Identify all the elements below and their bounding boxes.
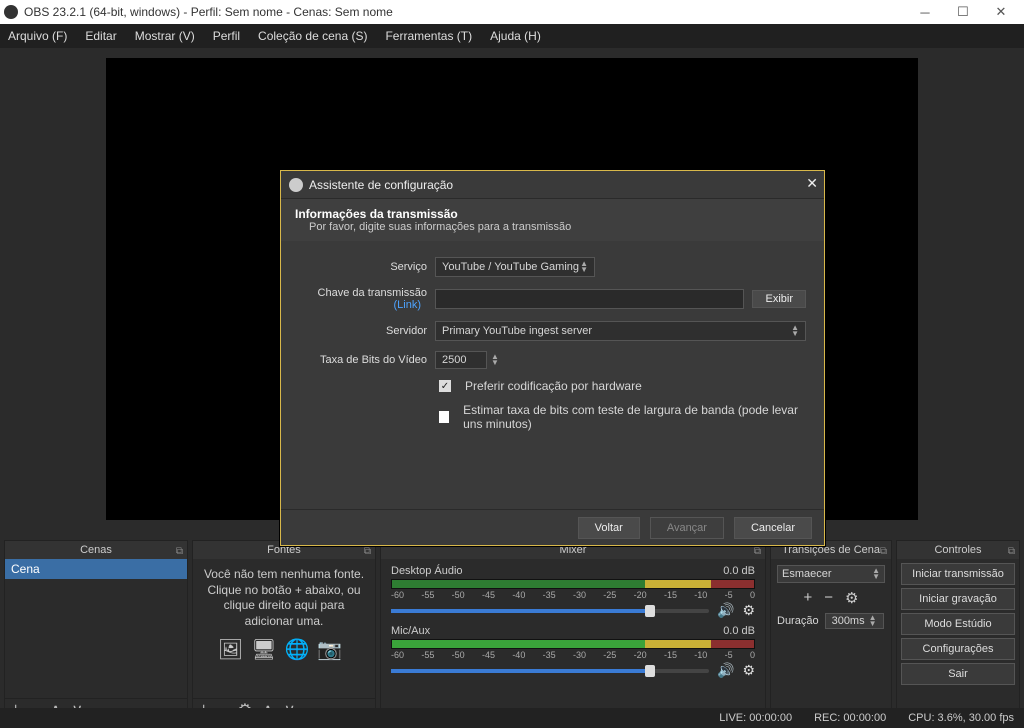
next-button[interactable]: Avançar (650, 517, 724, 539)
updown-icon: ▲▼ (869, 615, 877, 627)
updown-icon: ▲▼ (872, 568, 880, 580)
wizard-form: Serviço YouTube / YouTube Gaming▲▼ Chave… (281, 241, 824, 449)
menu-mostrar[interactable]: Mostrar (V) (135, 29, 195, 43)
wizard-footer: Voltar Avançar Cancelar (281, 509, 824, 545)
back-button[interactable]: Voltar (578, 517, 640, 539)
mixer-mic-meter (391, 639, 755, 649)
studio-mode-button[interactable]: Modo Estúdio (901, 613, 1015, 635)
menu-editar[interactable]: Editar (85, 29, 116, 43)
bitrate-label: Taxa de Bits do Vídeo (299, 354, 427, 366)
server-label: Servidor (299, 325, 427, 337)
hardware-encoding-label: Preferir codificação por hardware (465, 379, 642, 393)
updown-icon: ▲▼ (791, 325, 799, 337)
duration-input[interactable]: 300ms▲▼ (825, 613, 884, 629)
wizard-header: Informações da transmissão Por favor, di… (281, 199, 824, 241)
menu-ferramentas[interactable]: Ferramentas (T) (385, 29, 472, 43)
display-icon: 🖥 (251, 639, 284, 661)
speaker-icon[interactable]: 🔊 (717, 602, 734, 619)
wizard-title-text: Assistente de configuração (309, 178, 453, 192)
gear-icon[interactable]: ⚙ (742, 602, 755, 619)
camera-icon: 📷 (317, 639, 350, 661)
menu-perfil[interactable]: Perfil (213, 29, 240, 43)
scenes-title: Cenas⧉ (5, 541, 187, 559)
sources-type-icons: 🖼🖥🌐📷 (193, 637, 375, 662)
status-live: LIVE: 00:00:00 (719, 712, 792, 724)
cancel-button[interactable]: Cancelar (734, 517, 812, 539)
transitions-dock: Transições de Cena⧉ Esmaecer▲▼ + − ⚙ Dur… (770, 540, 892, 721)
updown-icon[interactable]: ▲▼ (491, 354, 499, 366)
globe-icon: 🌐 (284, 639, 317, 661)
docks-row: Cenas⧉ Cena + − ∧ ∨ Fontes⧉ Você não tem… (0, 538, 1024, 723)
bandwidth-test-label: Estimar taxa de bits com teste de largur… (463, 403, 806, 431)
remove-transition-button[interactable]: − (824, 589, 833, 607)
window-close-button[interactable]: ✕ (982, 0, 1020, 24)
popout-icon[interactable]: ⧉ (176, 543, 183, 561)
sources-dock: Fontes⧉ Você não tem nenhuma fonte. Cliq… (192, 540, 376, 721)
gear-icon[interactable]: ⚙ (742, 662, 755, 679)
window-minimize-button[interactable]: ─ (906, 0, 944, 24)
image-icon: 🖼 (218, 639, 251, 661)
streamkey-label: Chave da transmissão (318, 287, 427, 299)
updown-icon: ▲▼ (580, 261, 588, 273)
config-wizard-dialog: Assistente de configuração ✕ Informações… (280, 170, 825, 546)
speaker-icon[interactable]: 🔊 (717, 662, 734, 679)
mixer-desktop-label: Desktop Áudio (391, 565, 463, 577)
duration-label: Duração (777, 615, 819, 627)
transition-settings-button[interactable]: ⚙ (845, 589, 858, 607)
streamkey-input[interactable] (435, 289, 744, 309)
service-select[interactable]: YouTube / YouTube Gaming▲▼ (435, 257, 595, 277)
scenes-dock: Cenas⧉ Cena + − ∧ ∨ (4, 540, 188, 721)
wizard-titlebar[interactable]: Assistente de configuração ✕ (281, 171, 824, 199)
mixer-mic-label: Mic/Aux (391, 625, 430, 637)
server-select[interactable]: Primary YouTube ingest server▲▼ (435, 321, 806, 341)
mixer-desktop-slider[interactable] (391, 609, 709, 613)
hardware-encoding-checkbox[interactable]: ✓ (439, 380, 451, 392)
mixer-mic-slider[interactable] (391, 669, 709, 673)
popout-icon[interactable]: ⧉ (1008, 543, 1015, 561)
menu-colecao[interactable]: Coleção de cena (S) (258, 29, 367, 43)
transition-select[interactable]: Esmaecer▲▼ (777, 565, 885, 583)
mixer-desktop-db: 0.0 dB (723, 565, 755, 577)
menu-arquivo[interactable]: Arquivo (F) (8, 29, 67, 43)
sources-empty-hint: Você não tem nenhuma fonte. Clique no bo… (193, 559, 375, 637)
mixer-desktop-row: Desktop Áudio 0.0 dB -60-55-50-45-40-35-3… (391, 565, 755, 619)
obs-app-icon (289, 178, 303, 192)
close-icon[interactable]: ✕ (806, 175, 818, 192)
window-maximize-button[interactable]: ☐ (944, 0, 982, 24)
obs-app-icon (4, 5, 18, 19)
bitrate-input[interactable]: 2500 (435, 351, 487, 369)
window-titlebar: OBS 23.2.1 (64-bit, windows) - Perfil: S… (0, 0, 1024, 24)
mixer-dock: Mixer⧉ Desktop Áudio0.0 dB -60-55-50-45-… (380, 540, 766, 721)
service-label: Serviço (299, 261, 427, 273)
add-transition-button[interactable]: + (804, 589, 813, 607)
status-bar: LIVE: 00:00:00 REC: 00:00:00 CPU: 3.6%, … (0, 708, 1024, 728)
menu-ajuda[interactable]: Ajuda (H) (490, 29, 541, 43)
mixer-desktop-meter (391, 579, 755, 589)
streamkey-link[interactable]: (Link) (393, 299, 421, 311)
status-cpu: CPU: 3.6%, 30.00 fps (908, 712, 1014, 724)
status-rec: REC: 00:00:00 (814, 712, 886, 724)
menubar: Arquivo (F) Editar Mostrar (V) Perfil Co… (0, 24, 1024, 48)
start-streaming-button[interactable]: Iniciar transmissão (901, 563, 1015, 585)
wizard-heading: Informações da transmissão (295, 207, 810, 221)
exit-button[interactable]: Sair (901, 663, 1015, 685)
popout-icon[interactable]: ⧉ (880, 543, 887, 561)
wizard-subheading: Por favor, digite suas informações para … (295, 221, 810, 233)
bandwidth-test-checkbox[interactable] (439, 411, 449, 423)
mixer-mic-db: 0.0 dB (723, 625, 755, 637)
window-title: OBS 23.2.1 (64-bit, windows) - Perfil: S… (24, 5, 393, 19)
mixer-ticks: -60-55-50-45-40-35-30-25-20-15-10-50 (391, 650, 755, 660)
mixer-ticks: -60-55-50-45-40-35-30-25-20-15-10-50 (391, 590, 755, 600)
controls-dock: Controles⧉ Iniciar transmissão Iniciar g… (896, 540, 1020, 721)
show-key-button[interactable]: Exibir (752, 290, 806, 308)
settings-button[interactable]: Configurações (901, 638, 1015, 660)
scene-item[interactable]: Cena (5, 559, 187, 579)
start-recording-button[interactable]: Iniciar gravação (901, 588, 1015, 610)
mixer-mic-row: Mic/Aux 0.0 dB -60-55-50-45-40-35-30-25-2… (391, 625, 755, 679)
controls-title: Controles⧉ (897, 541, 1019, 559)
